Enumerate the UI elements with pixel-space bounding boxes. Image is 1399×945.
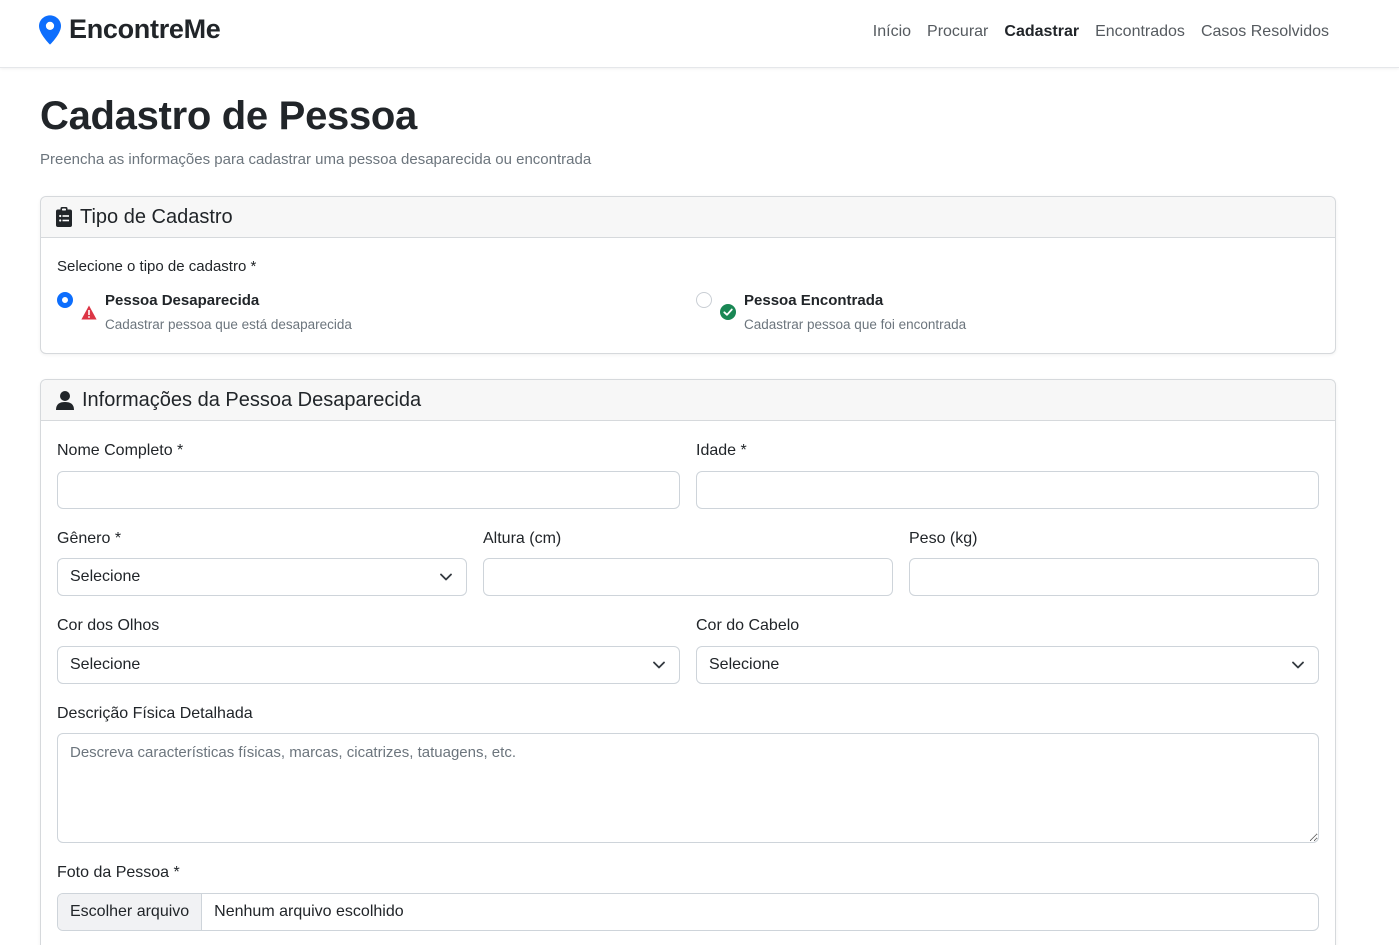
nav-encontrados[interactable]: Encontrados	[1095, 22, 1185, 42]
radio-encontrada[interactable]	[696, 292, 712, 308]
option-desaparecida-desc: Cadastrar pessoa que está desaparecida	[105, 317, 352, 332]
olhos-select[interactable]: Selecione	[57, 646, 680, 684]
brand-link[interactable]: EncontreMe	[39, 14, 221, 45]
genero-select-value: Selecione	[70, 568, 141, 585]
file-status: Nenhum arquivo escolhido	[214, 903, 404, 920]
tipo-cadastro-card: Tipo de Cadastro Selecione o tipo de cad…	[40, 196, 1336, 354]
foto-label: Foto da Pessoa *	[57, 864, 180, 881]
navbar: EncontreMe Início Procurar Cadastrar Enc…	[0, 0, 1399, 68]
descricao-textarea[interactable]	[57, 733, 1319, 843]
option-desaparecida-title[interactable]: Pessoa Desaparecida	[105, 292, 259, 309]
nome-label: Nome Completo *	[57, 442, 184, 459]
tipo-cadastro-header: Tipo de Cadastro	[41, 197, 1335, 238]
tipo-cadastro-question: Selecione o tipo de cadastro *	[57, 258, 257, 275]
genero-select[interactable]: Selecione	[57, 558, 467, 596]
idade-label: Idade *	[696, 442, 747, 459]
main-nav: Início Procurar Cadastrar Encontrados Ca…	[873, 22, 1329, 42]
cabelo-select-value: Selecione	[709, 656, 780, 673]
olhos-label: Cor dos Olhos	[57, 617, 160, 634]
chevron-down-icon	[1292, 661, 1304, 669]
nav-inicio[interactable]: Início	[873, 22, 911, 42]
cabelo-label: Cor do Cabelo	[696, 617, 800, 634]
peso-label: Peso (kg)	[909, 530, 978, 547]
page-title: Cadastro de Pessoa	[40, 94, 417, 138]
brand-name: EncontreMe	[69, 14, 221, 44]
nav-cadastrar[interactable]: Cadastrar	[1004, 22, 1079, 42]
cabelo-select[interactable]: Selecione	[696, 646, 1319, 684]
clipboard-icon	[56, 207, 72, 227]
warning-triangle-icon	[81, 305, 97, 320]
foto-file-input[interactable]: Escolher arquivo Nenhum arquivo escolhid…	[57, 893, 1319, 931]
idade-input[interactable]	[696, 471, 1319, 509]
genero-label: Gênero *	[57, 530, 122, 547]
page-subtitle: Preencha as informações para cadastrar u…	[40, 151, 592, 168]
informacoes-header: Informações da Pessoa Desaparecida	[41, 380, 1335, 421]
informacoes-card: Informações da Pessoa Desaparecida Nome …	[40, 379, 1336, 945]
radio-desaparecida[interactable]	[57, 292, 73, 308]
olhos-select-value: Selecione	[70, 656, 141, 673]
nav-procurar[interactable]: Procurar	[927, 22, 988, 42]
option-encontrada-desc: Cadastrar pessoa que foi encontrada	[744, 317, 967, 332]
choose-file-button[interactable]: Escolher arquivo	[58, 894, 203, 930]
nome-input[interactable]	[57, 471, 680, 509]
informacoes-title: Informações da Pessoa Desaparecida	[82, 388, 422, 411]
check-circle-icon	[720, 304, 736, 320]
user-icon	[56, 390, 74, 410]
chevron-down-icon	[653, 661, 665, 669]
peso-input[interactable]	[909, 558, 1319, 596]
nav-casos-resolvidos[interactable]: Casos Resolvidos	[1201, 22, 1329, 42]
option-encontrada-title[interactable]: Pessoa Encontrada	[744, 292, 883, 309]
descricao-label: Descrição Física Detalhada	[57, 705, 253, 722]
altura-label: Altura (cm)	[483, 530, 562, 547]
altura-input[interactable]	[483, 558, 893, 596]
chevron-down-icon	[440, 573, 452, 581]
map-pin-icon	[39, 14, 61, 45]
tipo-cadastro-title: Tipo de Cadastro	[80, 205, 233, 228]
